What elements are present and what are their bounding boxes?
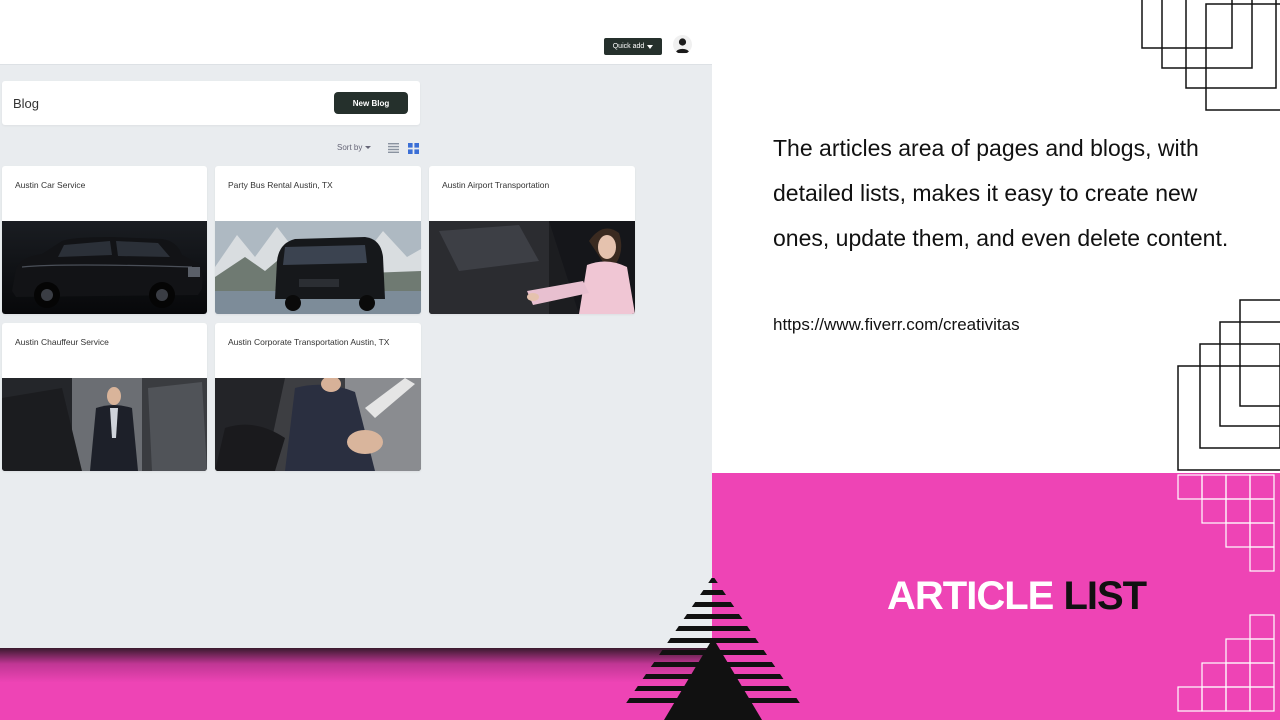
decorative-squares-middle (1177, 299, 1280, 471)
blog-card[interactable]: Party Bus Rental Austin, TX (215, 166, 421, 314)
blog-card[interactable]: Austin Chauffeur Service (2, 323, 207, 471)
blog-card-title: Austin Chauffeur Service (15, 337, 109, 347)
blog-card-title: Party Bus Rental Austin, TX (228, 180, 333, 190)
pink-bottom-strip (0, 648, 712, 720)
page-title: Blog (13, 96, 40, 111)
chauffeur-holding-door-photo (2, 378, 207, 471)
grid-view-icon[interactable] (408, 143, 419, 154)
blog-card-title: Austin Car Service (15, 180, 86, 190)
black-suv-photo (2, 221, 207, 314)
blog-header-card: Blog New Blog (2, 81, 420, 125)
feature-description: The articles area of pages and blogs, wi… (773, 135, 1229, 251)
blog-card-title: Austin Airport Transportation (442, 180, 550, 190)
striped-triangle-decoration (620, 578, 806, 720)
caret-down-icon (365, 146, 372, 149)
headline-word-article: ARTICLE (887, 574, 1054, 618)
decorative-squares-top (1141, 0, 1280, 111)
blog-card-title: Austin Corporate Transportation Austin, … (228, 337, 390, 347)
list-view-icon[interactable] (388, 143, 399, 153)
caret-down-icon (647, 44, 654, 49)
fiverr-link[interactable]: https://www.fiverr.com/creativitas (773, 315, 1020, 335)
blog-card[interactable]: Austin Car Service (2, 166, 207, 314)
blog-card[interactable]: Austin Corporate Transportation Austin, … (215, 323, 421, 471)
headline-word-list: LIST (1063, 574, 1147, 618)
blog-app-screenshot: Quick add Blog New Blog Sort by Austin C… (0, 0, 712, 648)
sort-by-dropdown[interactable]: Sort by (337, 143, 372, 152)
blog-card[interactable]: Austin Airport Transportation (429, 166, 635, 314)
woman-exiting-car-photo (429, 221, 635, 314)
black-van-mountains-photo (215, 221, 421, 314)
businessman-in-car-photo (215, 378, 421, 471)
decorative-grid (1177, 474, 1275, 712)
app-topbar: Quick add (0, 0, 712, 65)
quick-add-button[interactable]: Quick add (604, 38, 662, 55)
quick-add-label: Quick add (612, 43, 645, 50)
new-blog-button[interactable]: New Blog (334, 92, 408, 114)
user-avatar-icon[interactable] (673, 35, 692, 54)
sort-by-label: Sort by (337, 143, 363, 152)
article-list-headline: ARTICLE LIST (887, 574, 1147, 619)
